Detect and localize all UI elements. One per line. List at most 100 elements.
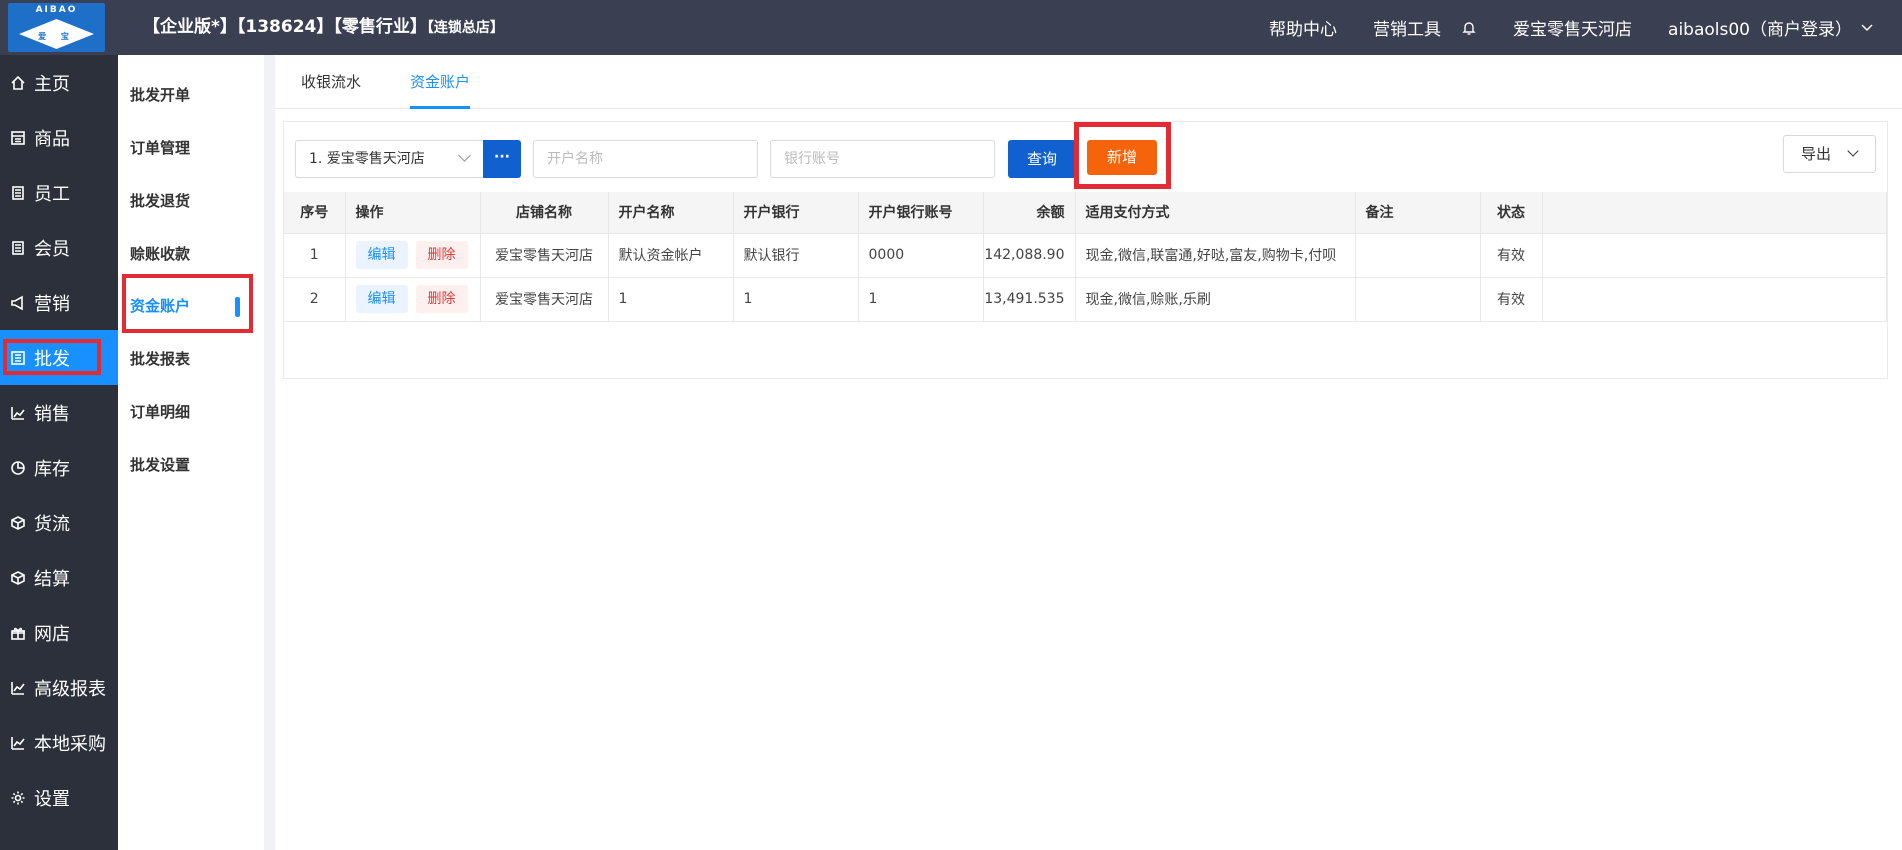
cell-balance: 142,088.90: [983, 232, 1076, 277]
sidebar-item-webstore[interactable]: 网店: [0, 605, 118, 660]
cell-account-name: 1: [608, 276, 734, 322]
gift-icon: [11, 627, 25, 640]
delete-button[interactable]: 删除: [415, 285, 468, 313]
sidebar-item-settings[interactable]: 设置: [0, 770, 118, 825]
cell-status: 有效: [1480, 232, 1543, 277]
tenant-info: 【企业版*】【138624】【零售行业】【连锁总店】: [143, 0, 504, 55]
settle-icon: [11, 570, 25, 585]
current-store[interactable]: 爱宝零售天河店: [1513, 15, 1632, 40]
tab-bar: 收银流水 资金账户: [275, 55, 1902, 109]
main-content: 收银流水 资金账户 1. 爱宝零售天河店 ··· 开户名称 银行账号 查询 新增…: [275, 55, 1902, 850]
sidebar-item-inventory[interactable]: 库存: [0, 440, 118, 495]
subnav-item-wholesale-order[interactable]: 批发开单: [130, 69, 250, 122]
sidebar-item-sales[interactable]: 销售: [0, 385, 118, 440]
cell-remark: [1355, 232, 1481, 277]
tenant-type: 【连锁总店】: [426, 20, 504, 36]
sidebar-item-settlement[interactable]: 结算: [0, 550, 118, 605]
user-account-menu[interactable]: aibaols00（商户登录）: [1668, 15, 1852, 40]
col-header-status: 状态: [1480, 192, 1543, 233]
account-name-input[interactable]: 开户名称: [533, 140, 758, 178]
sidebar-item-label: 主页: [34, 73, 70, 95]
sidebar-item-goods[interactable]: 商品: [0, 110, 118, 165]
sidebar-item-label: 员工: [34, 183, 70, 205]
subnav-item-wholesale-report[interactable]: 批发报表: [130, 333, 250, 386]
logo-text: AIBAO: [35, 5, 78, 15]
cell-bank: 默认银行: [733, 232, 859, 277]
cell-actions: 编辑 删除: [345, 276, 481, 322]
bell-icon[interactable]: [1461, 20, 1477, 36]
sidebar-item-label: 营销: [34, 293, 70, 315]
chevron-down-icon: [1847, 145, 1859, 157]
pie-icon: [11, 460, 25, 475]
delete-button[interactable]: 删除: [415, 241, 468, 269]
cell-bank-account: 1: [858, 276, 984, 322]
sidebar-item-label: 销售: [34, 403, 70, 425]
chevron-down-icon[interactable]: [1860, 21, 1874, 35]
sidebar-item-label: 货流: [34, 513, 70, 535]
sidebar-item-label: 本地采购: [34, 733, 106, 755]
top-bar: AIBAO 爱 宝 【企业版*】【138624】【零售行业】【连锁总店】 帮助中…: [0, 0, 1902, 55]
export-label: 导出: [1801, 145, 1832, 163]
sidebar-item-label: 库存: [34, 458, 70, 480]
query-button[interactable]: 查询: [1008, 140, 1076, 178]
main-sidebar: 主页 商品 员工 会员 营销 批发 销售 库存 货流 结算 网店 高级报表 本地…: [0, 55, 118, 850]
line-chart-icon: [11, 681, 25, 695]
sidebar-item-label: 会员: [34, 238, 70, 260]
col-header-no: 序号: [284, 192, 346, 233]
cell-payment-methods: 现金,微信,赊账,乐刷: [1075, 276, 1356, 322]
sidebar-item-home[interactable]: 主页: [0, 55, 118, 110]
cell-filler: [1542, 232, 1887, 277]
tenant-main: 【企业版*】【138624】【零售行业】: [143, 17, 427, 37]
subnav-item-wholesale-settings[interactable]: 批发设置: [130, 439, 250, 492]
subnav-item-order-management[interactable]: 订单管理: [130, 122, 250, 175]
cell-bank: 1: [733, 276, 859, 322]
bank-account-input[interactable]: 银行账号: [770, 140, 995, 178]
tab-fund-account[interactable]: 资金账户: [410, 55, 471, 109]
cube-icon: [11, 515, 25, 530]
cell-no: 2: [284, 276, 346, 322]
staff-icon: [12, 185, 24, 200]
col-header-filler: [1542, 192, 1887, 233]
cell-store: 爱宝零售天河店: [480, 232, 609, 277]
highlight-box: [3, 339, 101, 375]
sidebar-item-label: 设置: [34, 788, 70, 810]
sales-chart-icon: [11, 406, 25, 420]
trend-icon: [11, 736, 25, 750]
megaphone-icon: [11, 295, 23, 310]
sidebar-item-member[interactable]: 会员: [0, 220, 118, 275]
col-header-bank: 开户银行: [733, 192, 859, 233]
sidebar-item-staff[interactable]: 员工: [0, 165, 118, 220]
edit-button[interactable]: 编辑: [355, 241, 408, 269]
store-more-button[interactable]: ···: [483, 140, 521, 178]
edit-button[interactable]: 编辑: [355, 285, 408, 313]
sidebar-item-local-purchase[interactable]: 本地采购: [0, 715, 118, 770]
marketing-tools-link[interactable]: 营销工具: [1373, 15, 1441, 40]
sidebar-item-logistics[interactable]: 货流: [0, 495, 118, 550]
sidebar-item-label: 网店: [34, 623, 70, 645]
sidebar-item-wholesale[interactable]: 批发: [0, 330, 118, 385]
cell-no: 1: [284, 232, 346, 277]
tab-cash-flow[interactable]: 收银流水: [301, 55, 361, 109]
cell-remark: [1355, 276, 1481, 322]
table-row: 1 编辑 删除 爱宝零售天河店 默认资金帐户 默认银行 0000 142,088.…: [284, 232, 1887, 277]
col-header-actions: 操作: [345, 192, 481, 233]
col-header-remark: 备注: [1355, 192, 1481, 233]
add-button[interactable]: 新增: [1087, 140, 1157, 175]
aibao-logo[interactable]: AIBAO 爱 宝: [8, 3, 105, 52]
sidebar-item-advanced-reports[interactable]: 高级报表: [0, 660, 118, 715]
subnav-item-wholesale-return[interactable]: 批发退货: [130, 175, 250, 228]
fund-account-table: 序号 操作 店铺名称 开户名称 开户银行 开户银行账号 余额 适用支付方式 备注…: [284, 192, 1887, 322]
member-icon: [12, 240, 24, 255]
cell-account-name: 默认资金帐户: [608, 232, 734, 277]
store-select[interactable]: 1. 爱宝零售天河店: [295, 140, 483, 178]
help-center-link[interactable]: 帮助中心: [1269, 15, 1337, 40]
export-button[interactable]: 导出: [1783, 135, 1876, 173]
cell-bank-account: 0000: [858, 232, 984, 277]
sidebar-item-marketing[interactable]: 营销: [0, 275, 118, 330]
sidebar-item-label: 高级报表: [34, 678, 106, 700]
subnav-item-order-detail[interactable]: 订单明细: [130, 386, 250, 439]
cell-balance: 13,491.535: [983, 276, 1076, 322]
highlight-box: [122, 274, 253, 333]
logo-subtext: 爱 宝: [38, 32, 75, 41]
sidebar-item-label: 结算: [34, 568, 70, 590]
